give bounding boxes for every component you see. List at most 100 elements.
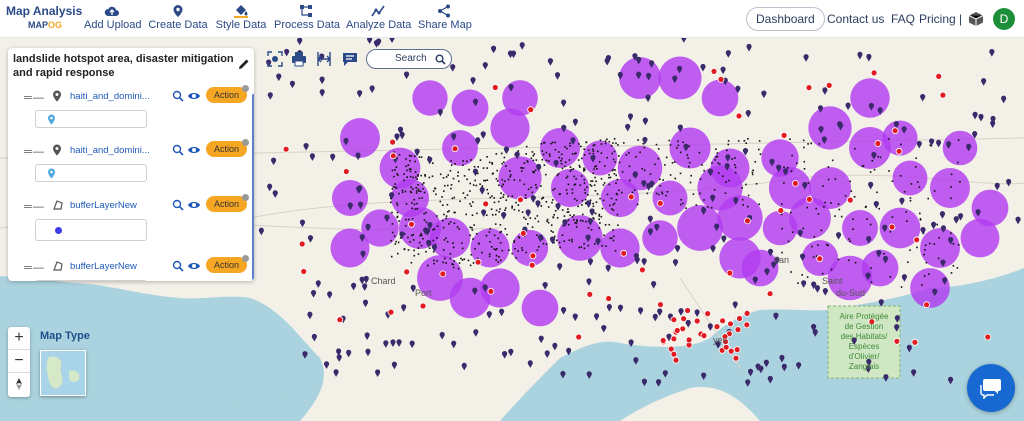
hotspot-point xyxy=(604,142,607,145)
layer-name[interactable]: bufferLayerNew xyxy=(70,261,158,272)
hotspot-point xyxy=(511,207,513,209)
buffer-circle xyxy=(550,168,590,208)
eye-icon[interactable] xyxy=(187,90,201,102)
user-avatar[interactable]: D xyxy=(993,8,1015,30)
hotspot-point xyxy=(564,146,566,148)
analyze-data-button[interactable]: Analyze Data xyxy=(346,4,411,36)
action-button[interactable]: Action xyxy=(206,257,247,273)
hotspot-point xyxy=(677,140,679,143)
pricing-link[interactable]: Pricing | xyxy=(919,12,962,26)
hotspot-point xyxy=(612,209,615,211)
hotspot-point xyxy=(810,142,812,145)
fullscreen-icon[interactable] xyxy=(266,50,284,68)
hotspot-point xyxy=(477,242,480,245)
drag-handle-icon[interactable]: ═ — xyxy=(24,146,44,158)
zoom-in-button[interactable]: + xyxy=(8,327,30,350)
hotspot-point xyxy=(540,185,542,187)
hotspot-point xyxy=(391,169,394,172)
hotspot-point xyxy=(537,220,540,223)
chat-button[interactable] xyxy=(967,364,1015,412)
measure-icon[interactable] xyxy=(315,50,333,68)
process-data-button[interactable]: Process Data xyxy=(274,4,340,36)
layer-name[interactable]: bufferLayerNew xyxy=(70,200,158,211)
drag-handle-icon[interactable]: ═ — xyxy=(24,262,44,274)
hotspot-point xyxy=(581,204,583,206)
hotspot-point xyxy=(811,245,813,248)
hotspot-point xyxy=(449,257,452,260)
panel-scrollbar[interactable] xyxy=(252,94,254,280)
hotspot-point xyxy=(420,232,422,235)
hotspot-point xyxy=(734,166,737,169)
layer-name[interactable]: haiti_and_domini... xyxy=(70,91,158,102)
hotspot-point xyxy=(571,240,573,243)
layer-row[interactable]: ═ — bufferLayerNew Action xyxy=(8,193,252,248)
hotspot-point xyxy=(452,177,455,180)
zoom-to-layer-icon[interactable] xyxy=(172,144,184,156)
layer-legend xyxy=(35,280,147,281)
action-button[interactable]: Action xyxy=(206,141,247,157)
buffer-circle xyxy=(521,289,559,327)
hotspot-point xyxy=(535,159,538,161)
hotspot-point xyxy=(596,168,598,170)
hotspot-point xyxy=(493,201,496,204)
zoom-control: + − xyxy=(8,327,30,397)
hotspot-point xyxy=(415,187,418,189)
hotspot-point xyxy=(481,251,483,254)
comment-icon[interactable] xyxy=(341,50,359,68)
layer-row[interactable]: ═ — haiti_and_domini... Action xyxy=(8,84,252,139)
hotspot-point xyxy=(552,189,554,191)
zoom-out-button[interactable]: − xyxy=(8,350,30,373)
faq-link[interactable]: FAQ xyxy=(891,12,915,26)
drag-handle-icon[interactable]: ═ — xyxy=(24,92,44,104)
eye-icon[interactable] xyxy=(187,199,201,211)
hotspot-point xyxy=(436,260,438,262)
action-button[interactable]: Action xyxy=(206,87,247,103)
top-toolbar: Map Analysis MAPOG Add Upload Create Dat… xyxy=(0,0,1024,38)
print-icon[interactable] xyxy=(290,50,308,68)
hotspot-point xyxy=(900,286,903,288)
hotspot-point xyxy=(414,171,417,173)
layer-status-dot xyxy=(242,139,249,146)
hotspot-point xyxy=(903,191,906,193)
hotspot-point xyxy=(525,145,528,148)
zoom-to-layer-icon[interactable] xyxy=(172,90,184,102)
hotspot-point xyxy=(889,230,892,233)
pencil-icon[interactable] xyxy=(238,58,250,70)
create-data-button[interactable]: Create Data xyxy=(148,4,208,36)
zoom-to-layer-icon[interactable] xyxy=(172,199,184,211)
search-button[interactable]: Search xyxy=(366,49,452,69)
eye-icon[interactable] xyxy=(187,144,201,156)
share-map-button[interactable]: Share Map xyxy=(418,4,472,36)
hotspot-point xyxy=(918,186,921,188)
drag-handle-icon[interactable]: ═ — xyxy=(24,201,44,213)
eye-icon[interactable] xyxy=(187,260,201,272)
cube-icon[interactable] xyxy=(968,11,984,27)
reset-north-button[interactable] xyxy=(8,373,30,396)
layer-row[interactable]: ═ — bufferLayerNew Action xyxy=(8,254,252,281)
layer-name[interactable]: haiti_and_domini... xyxy=(70,145,158,156)
hotspot-point xyxy=(567,208,569,210)
hotspot-point xyxy=(755,183,758,185)
hotspot-point xyxy=(497,200,500,203)
hotspot-point xyxy=(745,142,747,144)
hotspot-point xyxy=(499,197,502,199)
red-marker xyxy=(487,287,495,295)
red-marker xyxy=(722,343,730,351)
hotspot-point xyxy=(550,224,553,226)
hotspot-point xyxy=(490,246,493,248)
red-marker xyxy=(939,91,947,99)
hotspot-point xyxy=(585,220,587,223)
map-type-thumbnail[interactable] xyxy=(40,350,86,396)
hotspot-point xyxy=(486,156,488,158)
contact-us-link[interactable]: Contact us xyxy=(827,12,884,26)
hotspot-point xyxy=(527,223,529,225)
layer-row[interactable]: ═ — haiti_and_domini... Action xyxy=(8,138,252,193)
paint-bucket-icon xyxy=(234,5,248,18)
app-logo[interactable]: Map Analysis MAPOG xyxy=(6,4,82,36)
add-upload-button[interactable]: Add Upload xyxy=(84,4,142,36)
hotspot-point xyxy=(580,175,583,177)
zoom-to-layer-icon[interactable] xyxy=(172,260,184,272)
style-data-button[interactable]: Style Data xyxy=(215,4,267,36)
dashboard-button[interactable]: Dashboard xyxy=(746,7,825,31)
action-button[interactable]: Action xyxy=(206,196,247,212)
